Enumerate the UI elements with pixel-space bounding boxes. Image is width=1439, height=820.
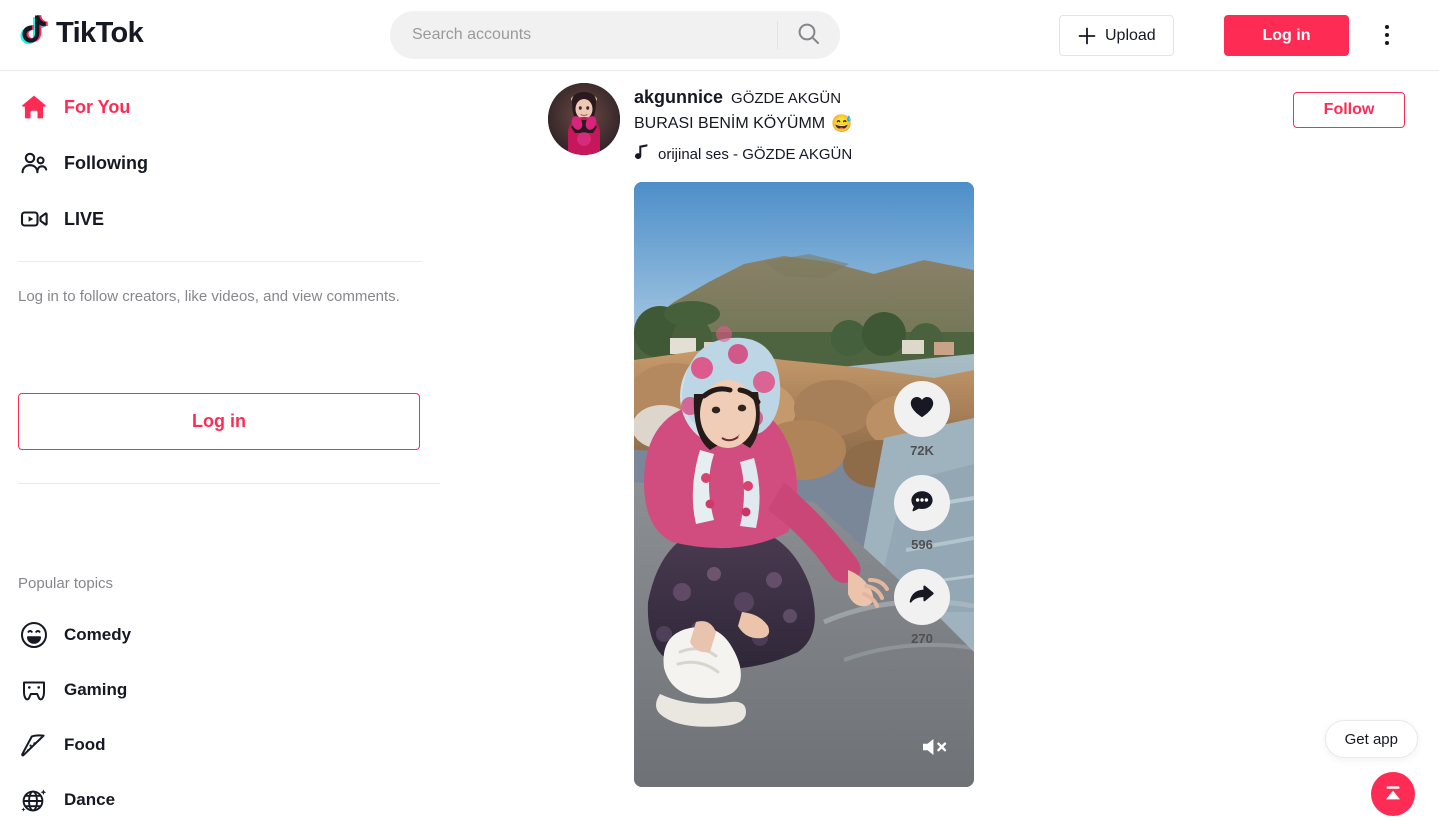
scroll-to-top-icon (1382, 782, 1404, 807)
sidebar-login-button[interactable]: Log in (18, 393, 420, 450)
caption-text: BURASI BENİM KÖYÜMM (634, 115, 826, 132)
sidebar-item-following[interactable]: Following (0, 135, 440, 191)
login-prompt-text: Log in to follow creators, like videos, … (18, 288, 400, 305)
topic-item-food[interactable]: Food (0, 717, 440, 772)
like-count: 72K (910, 443, 934, 458)
live-video-icon (18, 203, 50, 235)
top-header: TikTok Upload Log in (0, 0, 1439, 71)
search-icon (796, 21, 822, 50)
speaker-muted-icon (920, 735, 950, 759)
popular-topics-list: Comedy Gaming Food Dance (0, 607, 440, 820)
sidebar-label: For You (64, 96, 131, 117)
topic-label: Comedy (64, 624, 132, 644)
share-count: 270 (911, 631, 933, 646)
disco-ball-icon (18, 784, 50, 816)
popular-topics-title: Popular topics (18, 575, 114, 592)
pizza-slice-icon (18, 729, 50, 761)
more-vertical-icon[interactable] (1371, 17, 1403, 53)
topic-label: Food (64, 734, 106, 754)
avatar[interactable] (548, 83, 620, 155)
feed-post: akgunnice GÖZDE AKGÜN BURASI BENİM KÖYÜM… (440, 71, 1439, 787)
more-dot (1385, 41, 1389, 45)
upload-button[interactable]: Upload (1059, 15, 1174, 56)
sidebar-label: LIVE (64, 208, 105, 229)
caption-emoji: 😅 (831, 114, 853, 133)
action-comment: 596 (894, 475, 950, 552)
video-row (548, 182, 1439, 787)
header-login-button[interactable]: Log in (1224, 15, 1349, 56)
author-nickname: GÖZDE AKGÜN (731, 90, 842, 107)
topic-item-gaming[interactable]: Gaming (0, 662, 440, 717)
like-button[interactable] (894, 381, 950, 437)
people-icon (18, 147, 50, 179)
music-note-icon (634, 144, 650, 165)
search-button[interactable] (778, 11, 840, 59)
action-like: 72K (894, 381, 950, 458)
share-icon (909, 582, 935, 613)
music-title: orijinal ses - GÖZDE AKGÜN (658, 146, 853, 163)
scroll-to-top-button[interactable] (1371, 772, 1415, 816)
topic-item-dance[interactable]: Dance (0, 772, 440, 820)
sidebar-item-for-you[interactable]: For You (0, 79, 440, 135)
tiktok-logo[interactable]: TikTok (18, 13, 144, 53)
smiley-icon (18, 619, 50, 651)
topic-label: Dance (64, 789, 116, 809)
search-bar[interactable] (390, 11, 840, 59)
video-actions: 72K 596 270 (894, 381, 950, 663)
follow-button[interactable]: Follow (1293, 92, 1405, 128)
upload-label: Upload (1105, 26, 1156, 44)
sidebar-item-live[interactable]: LIVE (0, 191, 440, 247)
author-username[interactable]: akgunnice (634, 87, 723, 108)
mute-toggle[interactable] (920, 735, 950, 759)
music-row[interactable]: orijinal ses - GÖZDE AKGÜN (634, 144, 1439, 165)
comment-count: 596 (911, 537, 933, 552)
action-share: 270 (894, 569, 950, 646)
logo-wordmark: TikTok (56, 17, 144, 49)
video-feed: akgunnice GÖZDE AKGÜN BURASI BENİM KÖYÜM… (440, 71, 1439, 820)
get-app-button[interactable]: Get app (1324, 720, 1418, 758)
more-dot (1385, 25, 1389, 29)
plus-icon (1077, 26, 1097, 46)
comment-icon (909, 488, 935, 519)
home-icon (18, 91, 50, 123)
sidebar-label: Following (64, 152, 148, 173)
heart-icon (909, 394, 935, 425)
sidebar-divider-2 (18, 483, 440, 484)
comment-button[interactable] (894, 475, 950, 531)
gamepad-icon (18, 674, 50, 706)
tiktok-note-icon (18, 13, 52, 53)
search-input[interactable] (390, 26, 777, 44)
left-sidebar: For You Following LIVE Log in to follow … (0, 71, 440, 820)
topic-label: Gaming (64, 679, 128, 699)
topic-item-comedy[interactable]: Comedy (0, 607, 440, 662)
more-dot (1385, 33, 1389, 37)
share-button[interactable] (894, 569, 950, 625)
